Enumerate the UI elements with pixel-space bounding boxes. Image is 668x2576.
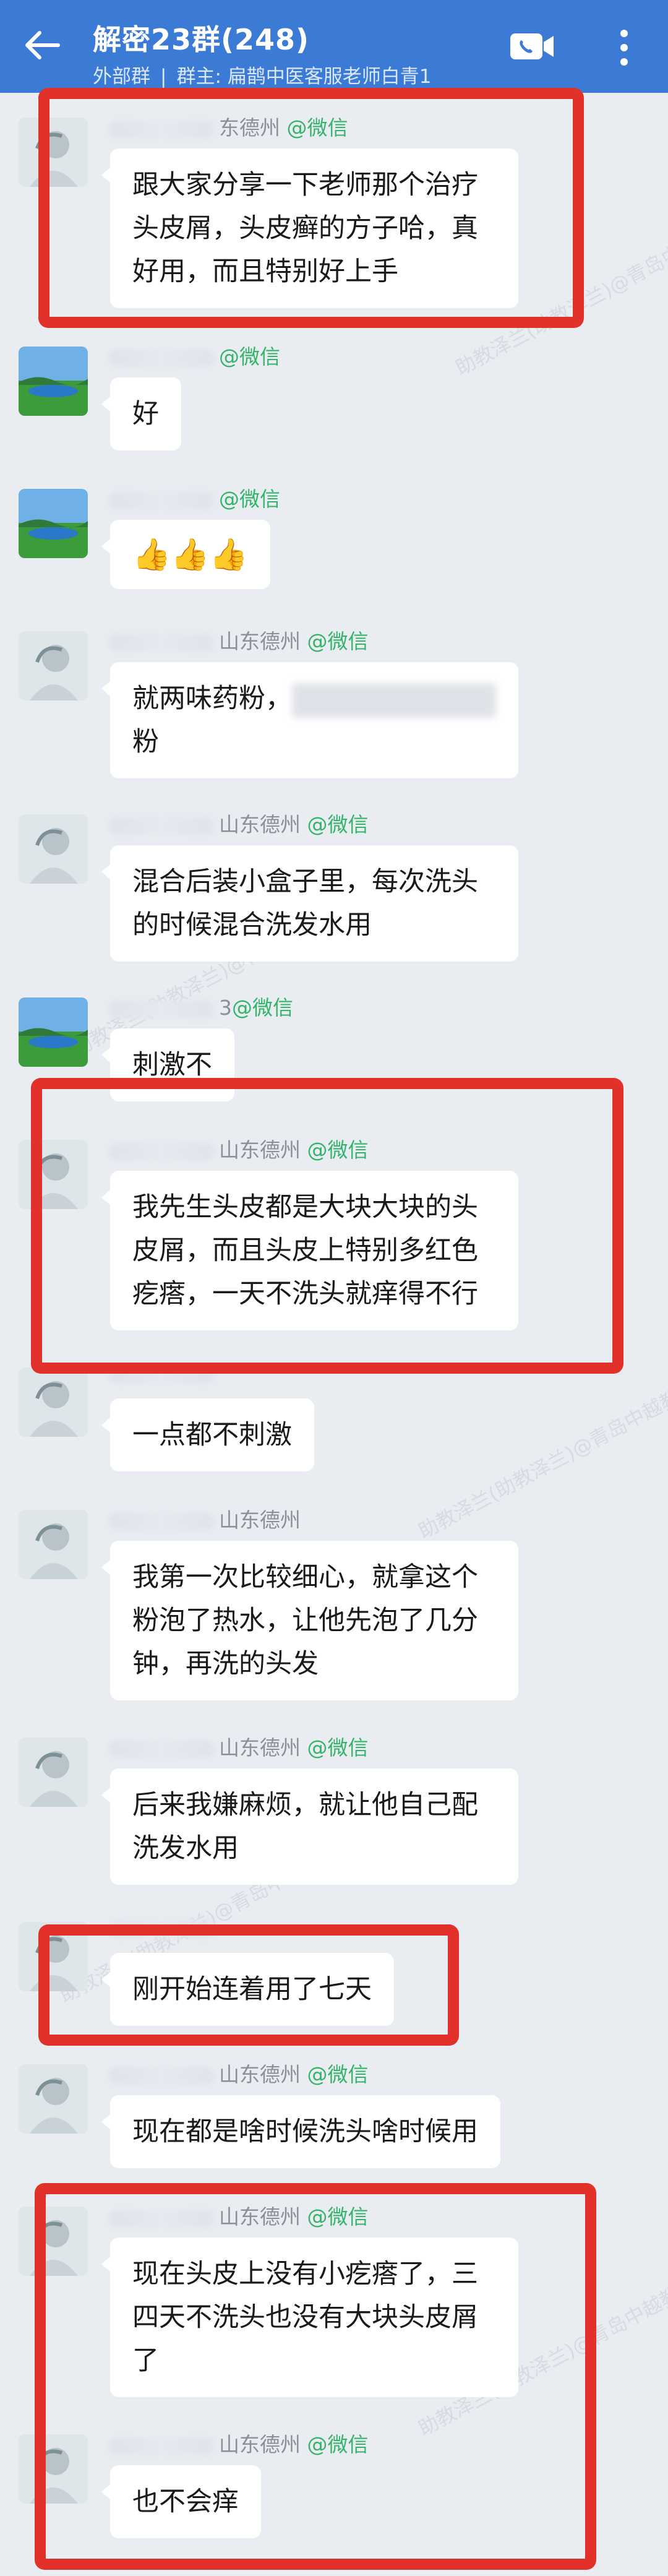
sender-name: 3@微信	[109, 991, 293, 1021]
message-bubble[interactable]: 就两味药粉， 粉	[101, 662, 518, 778]
avatar[interactable]	[19, 118, 88, 187]
blurred-name	[109, 817, 214, 835]
sender-name: 山东德州 @微信	[109, 625, 369, 655]
blurred-name	[109, 2209, 214, 2227]
avatar[interactable]	[19, 1738, 88, 1807]
message-text: 粉	[132, 726, 159, 757]
blurred-name	[109, 2437, 214, 2455]
message-text: 就两味药粉，	[132, 683, 292, 714]
chat-subtitle: 外部群 | 群主: 扁鹊中医客服老师白青1	[93, 61, 431, 88]
blurred-name	[109, 349, 214, 367]
blurred-name	[109, 1366, 214, 1384]
blurred-name	[109, 2067, 214, 2085]
subtitle-separator: |	[160, 66, 167, 88]
avatar[interactable]	[19, 2434, 88, 2504]
message-bubble[interactable]: 现在头皮上没有小疙瘩了，三四天不洗头也没有大块头皮屑了	[101, 2238, 518, 2397]
message-bubble[interactable]: 刚开始连着用了七天	[101, 1953, 394, 2026]
sender-name: 东德州 @微信	[109, 111, 348, 141]
video-call-icon[interactable]	[509, 31, 555, 64]
avatar[interactable]	[19, 997, 88, 1067]
avatar[interactable]	[19, 1510, 88, 1579]
avatar[interactable]	[19, 1368, 88, 1437]
message-bubble[interactable]: 也不会痒	[101, 2465, 261, 2538]
blurred-name	[109, 1920, 214, 1938]
blurred-name	[109, 1512, 214, 1530]
sender-name	[109, 1916, 219, 1940]
sender-name: 山东德州 @微信	[109, 1134, 369, 1163]
watermark: 助教泽兰(助教泽兰)@青岛中越教育集团0811	[414, 1333, 668, 1544]
sender-name: @微信	[109, 483, 280, 512]
avatar[interactable]	[19, 814, 88, 884]
external-group-label: 外部群	[93, 66, 150, 88]
message-bubble[interactable]: 我第一次比较细心，就拿这个粉泡了热水，让他先泡了几分钟，再洗的头发	[101, 1541, 518, 1700]
avatar[interactable]	[19, 631, 88, 700]
blurred-name	[109, 634, 214, 652]
avatar[interactable]	[19, 2207, 88, 2276]
sender-name: 山东德州	[109, 1504, 301, 1533]
more-options-icon[interactable]	[616, 27, 632, 71]
message-bubble[interactable]: 后来我嫌麻烦，就让他自己配洗发水用	[101, 1768, 518, 1885]
thumbs-up-emoji-bubble[interactable]: 👍👍👍	[101, 520, 270, 589]
message-bubble[interactable]: 一点都不刺激	[101, 1398, 314, 1471]
message-bubble[interactable]: 我先生头皮都是大块大块的头皮屑，而且头皮上特别多红色疙瘩，一天不洗头就痒得不行	[101, 1171, 518, 1330]
message-bubble[interactable]: 刺激不	[101, 1028, 234, 1101]
back-arrow-icon[interactable]	[24, 30, 61, 63]
sender-name	[109, 1361, 219, 1385]
blurred-name	[109, 491, 214, 509]
sender-name: 山东德州 @微信	[109, 2200, 369, 2230]
sender-name: 山东德州 @微信	[109, 2428, 369, 2458]
message-bubble[interactable]: 现在都是啥时候洗头啥时候用	[101, 2095, 500, 2168]
redacted-text	[292, 683, 496, 718]
sender-name: 山东德州 @微信	[109, 808, 369, 838]
sender-name: @微信	[109, 340, 280, 370]
avatar[interactable]	[19, 2064, 88, 2134]
avatar[interactable]	[19, 1922, 88, 1991]
blurred-name	[109, 1000, 214, 1018]
message-bubble[interactable]: 跟大家分享一下老师那个治疗头皮屑，头皮癣的方子哈，真好用，而且特别好上手	[101, 149, 518, 308]
avatar[interactable]	[19, 489, 88, 558]
chat-title: 解密23群(248)	[93, 23, 310, 56]
blurred-name	[109, 120, 214, 138]
blurred-name	[109, 1740, 214, 1758]
sender-name: 山东德州 @微信	[109, 1731, 369, 1761]
message-bubble[interactable]: 混合后装小盒子里，每次洗头的时候混合洗发水用	[101, 845, 518, 962]
sender-name: 山东德州 @微信	[109, 2058, 369, 2088]
group-owner-label: 群主: 扁鹊中医客服老师白青1	[176, 66, 432, 88]
avatar[interactable]	[19, 1140, 88, 1209]
avatar[interactable]	[19, 347, 88, 416]
chat-header: 解密23群(248) 外部群 | 群主: 扁鹊中医客服老师白青1	[0, 0, 668, 93]
message-bubble[interactable]: 好	[101, 377, 181, 450]
blurred-name	[109, 1142, 214, 1160]
